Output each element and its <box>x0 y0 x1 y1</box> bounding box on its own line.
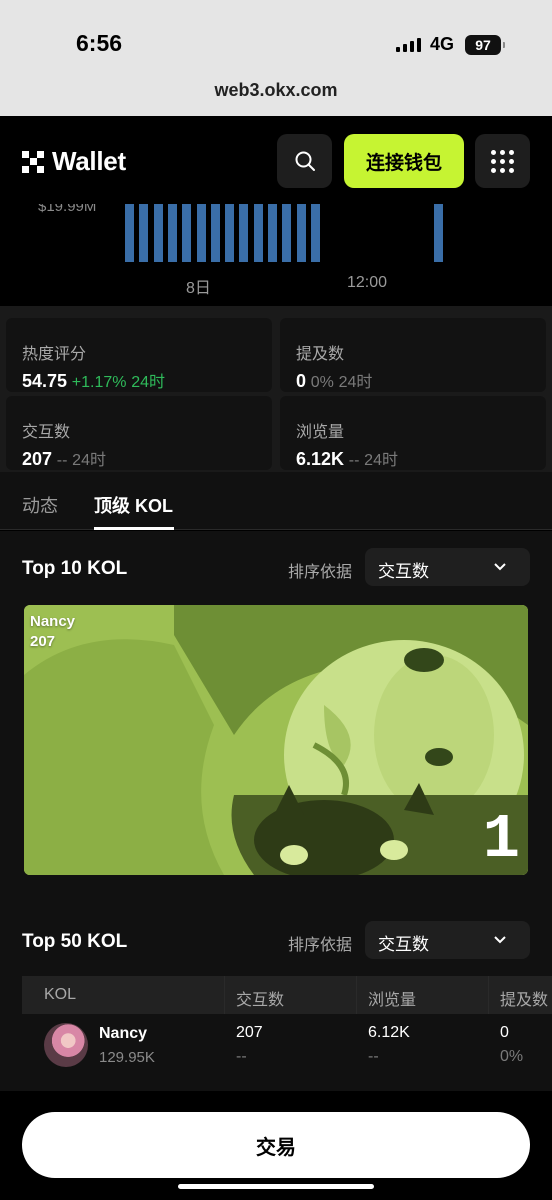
tab-activity[interactable]: 动态 <box>22 492 58 518</box>
tab-bar: 动态 顶级 KOL <box>0 472 552 530</box>
table-header: KOL 交互数 浏览量 提及数 <box>22 976 552 1014</box>
stat-change: -- <box>348 452 360 469</box>
chart-bar <box>210 204 220 262</box>
chevron-down-icon <box>494 563 506 571</box>
stat-views: 浏览量 6.12K -- 24时 <box>280 396 546 470</box>
kol-table: KOL 交互数 浏览量 提及数 Nancy 129.95K 207 -- 6.1… <box>22 976 552 1088</box>
stat-period: 24时 <box>338 374 373 391</box>
network-type: 4G <box>430 34 455 54</box>
chart-bar <box>296 204 306 262</box>
sort-label: 排序依据 <box>288 564 353 581</box>
column-header[interactable]: 提及数 <box>500 986 548 1010</box>
kol-card-name: Nancy <box>30 613 76 630</box>
browser-chrome: 6:56 4G 97 web3.okx.com <box>0 0 552 116</box>
stat-period: 24时 <box>131 374 166 391</box>
chart-bar <box>253 204 263 262</box>
sort-value: 交互数 <box>378 935 429 954</box>
bottom-bar: 交易 <box>0 1091 552 1200</box>
chart-bar <box>153 204 163 262</box>
stat-change: -- <box>56 452 68 469</box>
y-tick-label: $19.99M <box>38 204 97 215</box>
active-tab-indicator <box>94 527 174 530</box>
connect-wallet-button[interactable]: 连接钱包 <box>344 134 464 188</box>
stat-change: 0% <box>310 374 334 391</box>
top50-sort-select[interactable]: 交互数 <box>365 921 530 959</box>
logo-text: Wallet <box>52 146 126 176</box>
stat-label: 热度评分 <box>22 346 87 363</box>
column-header[interactable]: 交互数 <box>236 986 284 1010</box>
okx-logo[interactable]: Wallet <box>22 146 126 177</box>
kol-photo <box>24 605 528 875</box>
interactions-change: -- <box>236 1048 247 1065</box>
activity-chart: $19.99M 8日 12:00 <box>0 204 552 306</box>
mentions-change: 0% <box>500 1048 524 1065</box>
sort-value: 交互数 <box>378 562 429 581</box>
stat-period: 24时 <box>364 452 398 469</box>
chart-bar <box>196 204 206 262</box>
top10-title: Top 10 KOL <box>22 558 128 579</box>
mentions-value: 0 <box>500 1024 509 1041</box>
stat-value: 6.12K <box>296 449 345 469</box>
chart-bar <box>225 204 235 262</box>
column-header[interactable]: KOL <box>44 986 76 1004</box>
chart-bar <box>182 204 192 262</box>
stat-label: 浏览量 <box>296 424 345 441</box>
stats-grid: 热度评分 54.75 +1.17% 24时 提及数 0 0% 24时 交互数 2… <box>0 306 552 472</box>
chart-bar <box>434 204 443 262</box>
chart-bar <box>239 204 249 262</box>
home-indicator <box>178 1184 374 1189</box>
menu-button[interactable] <box>475 134 530 188</box>
stat-period: 24时 <box>72 452 106 469</box>
stat-label: 提及数 <box>296 346 345 363</box>
top50-title: Top 50 KOL <box>22 931 128 952</box>
stat-value: 54.75 <box>22 371 68 391</box>
app-header: Wallet 连接钱包 <box>0 116 552 204</box>
trade-button[interactable]: 交易 <box>22 1112 530 1178</box>
chart-bar <box>268 204 277 262</box>
top-kol-card[interactable]: Nancy 207 1 <box>24 605 528 875</box>
stat-change: +1.17% <box>71 374 127 391</box>
views-value: 6.12K <box>368 1024 410 1041</box>
chart-bar <box>125 204 134 262</box>
battery-icon: 97 <box>465 35 505 55</box>
chart-bar <box>167 204 177 262</box>
kol-followers: 129.95K <box>99 1049 155 1066</box>
signal-icon <box>396 36 421 52</box>
kol-rank-number: 1 <box>482 804 520 875</box>
chart-bar <box>139 204 149 262</box>
status-time: 6:56 <box>76 30 123 56</box>
x-tick-label: 8日 <box>186 280 211 297</box>
table-row[interactable]: Nancy 129.95K 207 -- 6.12K -- 0 0% <box>22 1014 552 1078</box>
search-button[interactable] <box>277 134 332 188</box>
column-header[interactable]: 浏览量 <box>368 986 416 1010</box>
stat-label: 交互数 <box>22 424 71 441</box>
stat-mentions: 提及数 0 0% 24时 <box>280 318 546 392</box>
views-change: -- <box>368 1048 379 1065</box>
interactions-value: 207 <box>236 1024 263 1041</box>
stat-heat-score: 热度评分 54.75 +1.17% 24时 <box>6 318 272 392</box>
sort-label: 排序依据 <box>288 937 353 954</box>
top10-sort-select[interactable]: 交互数 <box>365 548 530 586</box>
okx-mark-icon <box>22 150 44 173</box>
chart-bar <box>282 204 292 262</box>
search-icon <box>295 151 315 171</box>
kol-name: Nancy <box>99 1025 148 1042</box>
stat-value: 207 <box>22 449 53 469</box>
x-tick-label: 12:00 <box>347 274 388 291</box>
address-bar[interactable]: web3.okx.com <box>0 80 552 101</box>
chevron-down-icon <box>494 936 506 944</box>
chart-bar <box>310 204 320 262</box>
stat-interactions: 交互数 207 -- 24时 <box>6 396 272 470</box>
kol-card-score: 207 <box>30 633 56 650</box>
stat-value: 0 <box>296 371 307 391</box>
grid-menu-icon <box>491 149 514 173</box>
tab-top-kol[interactable]: 顶级 KOL <box>94 492 173 518</box>
avatar <box>44 1023 88 1067</box>
kol-content: Top 10 KOL 排序依据 交互数 Nancy 207 1 Top 50 K… <box>0 531 552 1091</box>
